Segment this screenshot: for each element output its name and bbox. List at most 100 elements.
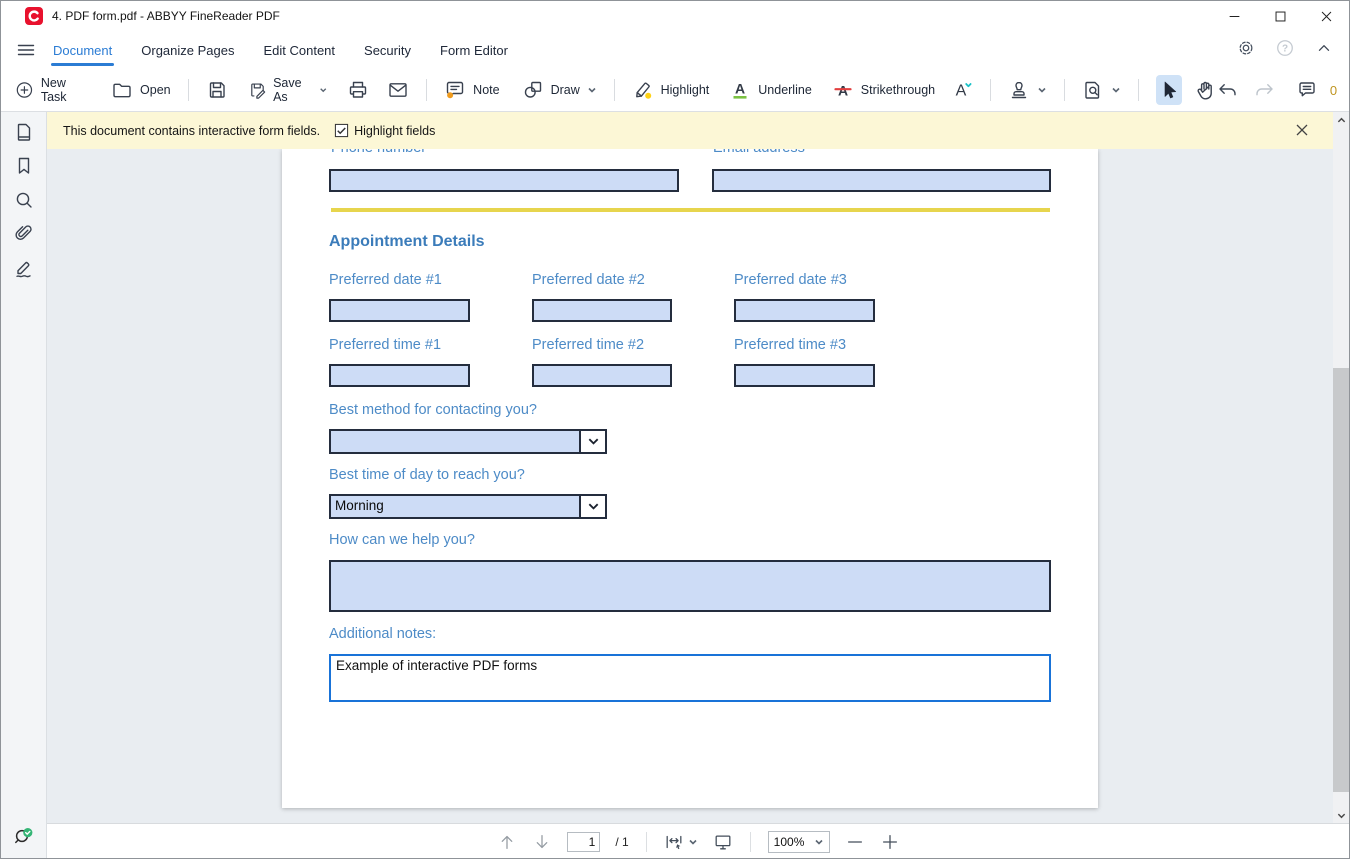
- font-style-button[interactable]: A: [951, 79, 973, 101]
- left-panel-bar: [1, 112, 47, 859]
- section-title: Appointment Details: [329, 233, 485, 251]
- app-logo-icon: [25, 7, 43, 25]
- ribbon-tab-bar: Document Organize Pages Edit Content Sec…: [1, 31, 1349, 69]
- scroll-down-button[interactable]: [1333, 807, 1350, 823]
- select-tool-button[interactable]: [1156, 75, 1182, 105]
- settings-gear-icon[interactable]: [1236, 38, 1256, 63]
- main-menu-icon[interactable]: [14, 38, 38, 62]
- banner-close-icon[interactable]: [1295, 123, 1311, 139]
- close-button[interactable]: [1303, 1, 1349, 31]
- phone-number-label: Phone number: [331, 149, 426, 156]
- dropdown-arrow-button[interactable]: [579, 431, 605, 452]
- preferred-time-3-label: Preferred time #3: [734, 337, 846, 353]
- zoom-chevron-icon: [814, 837, 824, 847]
- document-search-icon: [1082, 79, 1104, 101]
- email-address-field[interactable]: [712, 169, 1051, 192]
- page-number-input[interactable]: [567, 832, 600, 852]
- scrollbar-thumb[interactable]: [1333, 368, 1350, 792]
- fullscreen-icon[interactable]: [713, 832, 733, 852]
- email-button[interactable]: [387, 79, 409, 101]
- best-time-dropdown[interactable]: Morning: [329, 494, 607, 519]
- hand-tool-button[interactable]: [1194, 79, 1216, 101]
- document-viewport[interactable]: Phone number Email address Appointment D…: [47, 149, 1333, 823]
- save-as-button[interactable]: Save As: [248, 76, 328, 104]
- fit-width-icon: [664, 832, 684, 852]
- stamp-icon: [1008, 79, 1030, 101]
- tab-organize-pages[interactable]: Organize Pages: [139, 31, 236, 69]
- stamp-button[interactable]: [1008, 79, 1047, 101]
- save-as-chevron-icon: [319, 85, 327, 95]
- preferred-time-3-field[interactable]: [734, 364, 875, 387]
- svg-text:A: A: [956, 83, 967, 100]
- notes-text: Example of interactive PDF forms: [336, 658, 537, 673]
- toolbar-separator: [614, 79, 615, 101]
- open-folder-icon: [111, 79, 133, 101]
- preferred-date-2-field[interactable]: [532, 299, 672, 322]
- search-status-icon[interactable]: [12, 825, 36, 849]
- preferred-date-1-field[interactable]: [329, 299, 470, 322]
- fit-mode-chevron-icon: [688, 837, 698, 847]
- tab-form-editor[interactable]: Form Editor: [438, 31, 510, 69]
- collapse-ribbon-icon[interactable]: [1314, 38, 1334, 63]
- pages-panel-icon[interactable]: [13, 121, 35, 143]
- search-panel-icon[interactable]: [13, 189, 35, 211]
- tab-security[interactable]: Security: [362, 31, 413, 69]
- bookmarks-panel-icon[interactable]: [13, 155, 35, 177]
- comments-button[interactable]: 0: [1296, 79, 1337, 101]
- help-textarea[interactable]: [329, 560, 1051, 612]
- redo-button[interactable]: [1254, 79, 1276, 101]
- undo-button[interactable]: [1216, 79, 1238, 101]
- app-window: 4. PDF form.pdf - ABBYY FineReader PDF D…: [0, 0, 1350, 859]
- preferred-time-1-field[interactable]: [329, 364, 470, 387]
- preferred-date-1-label: Preferred date #1: [329, 272, 442, 288]
- undo-icon: [1216, 79, 1238, 101]
- save-button[interactable]: [206, 79, 228, 101]
- zoom-select[interactable]: 100%: [768, 831, 830, 853]
- strikethrough-button[interactable]: A Strikethrough: [832, 79, 935, 101]
- contact-method-dropdown[interactable]: [329, 429, 607, 454]
- statusbar-separator: [646, 832, 647, 852]
- zoom-out-icon[interactable]: [845, 832, 865, 852]
- toolbar-separator: [188, 79, 189, 101]
- font-style-icon: A: [951, 79, 973, 101]
- document-search-chevron-icon: [1111, 85, 1121, 95]
- fit-width-button[interactable]: [664, 832, 698, 852]
- status-bar: / 1 100%: [47, 823, 1350, 859]
- highlight-fields-checkbox[interactable]: Highlight fields: [334, 123, 435, 138]
- signature-panel-icon[interactable]: [13, 257, 35, 279]
- tab-edit-content[interactable]: Edit Content: [261, 31, 337, 69]
- preferred-date-3-field[interactable]: [734, 299, 875, 322]
- scroll-up-button[interactable]: [1333, 112, 1350, 128]
- print-button[interactable]: [347, 79, 369, 101]
- checkbox-label: Highlight fields: [354, 124, 435, 138]
- help-icon[interactable]: ?: [1275, 38, 1295, 63]
- attachments-panel-icon[interactable]: [13, 223, 35, 245]
- preferred-date-3-label: Preferred date #3: [734, 272, 847, 288]
- highlight-button[interactable]: Highlight: [632, 79, 710, 101]
- additional-notes-textarea[interactable]: Example of interactive PDF forms: [329, 654, 1051, 702]
- comment-count: 0: [1330, 83, 1337, 98]
- next-page-icon[interactable]: [532, 832, 552, 852]
- save-as-icon: [248, 79, 267, 101]
- dropdown-arrow-button[interactable]: [579, 496, 605, 517]
- open-button[interactable]: Open: [111, 79, 171, 101]
- zoom-value: 100%: [774, 835, 808, 849]
- preferred-time-2-field[interactable]: [532, 364, 672, 387]
- preferred-time-1-label: Preferred time #1: [329, 337, 441, 353]
- note-button[interactable]: Note: [444, 79, 499, 101]
- underline-button[interactable]: A Underline: [729, 79, 812, 101]
- maximize-button[interactable]: [1257, 1, 1303, 31]
- minimize-button[interactable]: [1211, 1, 1257, 31]
- best-time-label: Best time of day to reach you?: [329, 467, 525, 483]
- phone-number-field[interactable]: [329, 169, 679, 192]
- document-search-button[interactable]: [1082, 79, 1121, 101]
- zoom-in-icon[interactable]: [880, 832, 900, 852]
- form-fields-banner: This document contains interactive form …: [47, 112, 1333, 149]
- draw-button[interactable]: Draw: [522, 79, 597, 101]
- new-task-icon: [15, 79, 34, 101]
- new-task-button[interactable]: New Task: [15, 76, 87, 104]
- underline-icon: A: [729, 79, 751, 101]
- tab-document[interactable]: Document: [51, 31, 114, 69]
- previous-page-icon[interactable]: [497, 832, 517, 852]
- vertical-scrollbar[interactable]: [1333, 112, 1350, 823]
